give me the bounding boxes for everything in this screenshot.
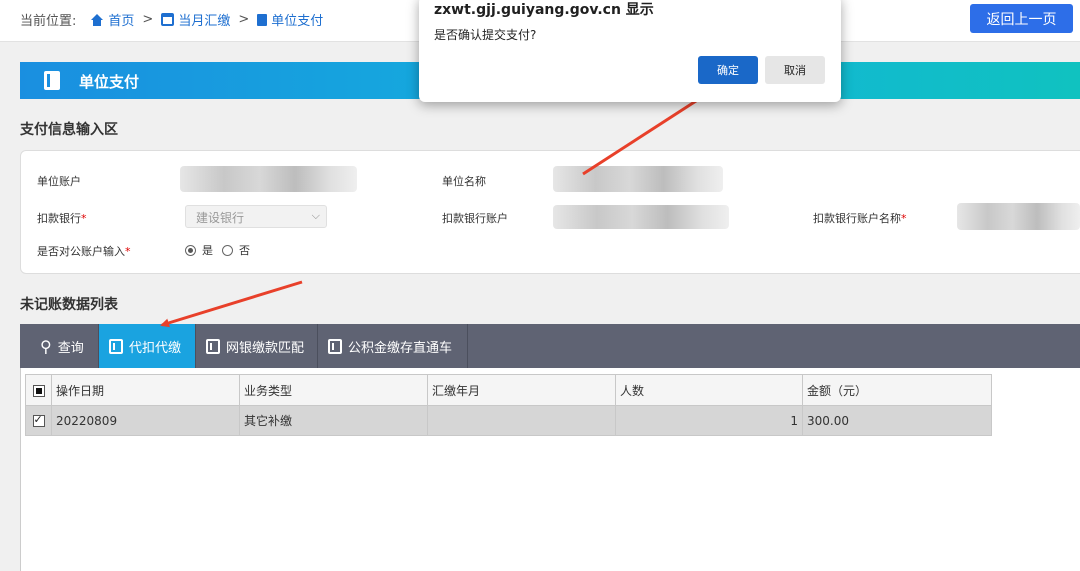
required-mark: * (125, 245, 131, 258)
required-mark: * (81, 212, 87, 225)
home-icon (90, 13, 104, 26)
deduct-account-name-label-text: 扣款银行账户名称 (813, 212, 901, 225)
deduct-account-name-value-redacted (957, 203, 1080, 230)
deduct-account-value-redacted (553, 205, 729, 229)
public-account-label-text: 是否对公账户输入 (37, 245, 125, 258)
unit-account-value-redacted (180, 166, 357, 192)
list-section-title: 未记账数据列表 (20, 297, 118, 313)
confirm-dialog: zxwt.gjj.guiyang.gov.cn 显示 是否确认提交支付? 确定 … (419, 0, 841, 102)
deduct-account-name-label: 扣款银行账户名称* (813, 210, 907, 226)
direct-train-label: 公积金缴存直通车 (348, 340, 453, 356)
row-checkbox-cell[interactable] (25, 405, 52, 436)
confirm-ok-button[interactable]: 确定 (698, 56, 758, 84)
deduct-account-label: 扣款银行账户 (442, 212, 508, 225)
payment-form-panel (20, 150, 1080, 274)
public-account-no-radio[interactable]: 否 (222, 242, 250, 258)
query-button[interactable]: ⚲ 查询 (20, 324, 99, 368)
select-all-checkbox[interactable] (32, 384, 45, 397)
unit-name-value-redacted (553, 166, 723, 192)
deduct-bank-label-text: 扣款银行 (37, 212, 81, 225)
required-mark: * (901, 212, 907, 225)
column-header-amount[interactable]: 金额（元） (802, 374, 992, 406)
public-account-label: 是否对公账户输入* (37, 243, 131, 259)
chevron-down-icon: ⌵ (311, 209, 320, 222)
select-all-checkbox-cell[interactable] (25, 374, 52, 406)
breadcrumb-separator: > (238, 12, 250, 27)
cell-count: 1 (615, 405, 803, 436)
book-icon (328, 338, 342, 354)
radio-unchecked-icon (222, 244, 233, 256)
deduct-bank-label: 扣款银行* (37, 210, 87, 226)
breadcrumb-monthly-label: 当月汇缴 (178, 14, 231, 29)
cell-amount: 300.00 (802, 405, 992, 436)
dialog-message: 是否确认提交支付? (434, 28, 537, 42)
breadcrumb: 当前位置: 首页 > 当月汇缴 > 单位支付 (20, 10, 323, 29)
breadcrumb-monthly-link[interactable]: 当月汇缴 (161, 10, 230, 29)
deduct-bank-select[interactable]: 建设银行 ⌵ (185, 205, 327, 228)
row-checkbox[interactable] (32, 413, 45, 427)
book-icon (44, 71, 60, 90)
book-icon (206, 338, 220, 354)
unit-account-label: 单位账户 (37, 175, 81, 188)
breadcrumb-home-link[interactable]: 首页 (90, 10, 134, 29)
proxy-deduct-button[interactable]: 代扣代缴 (99, 324, 196, 368)
table-header-row: 操作日期 业务类型 汇缴年月 人数 金额（元） (25, 374, 992, 406)
annotation-arrow-to-proxy-deduct (160, 280, 303, 328)
bank-match-button[interactable]: 网银缴款匹配 (196, 324, 318, 368)
confirm-cancel-button[interactable]: 取消 (765, 56, 825, 84)
cell-month (427, 405, 616, 436)
option-yes-label: 是 (202, 244, 213, 257)
breadcrumb-current-label: 单位支付 (271, 14, 324, 29)
column-header-date[interactable]: 操作日期 (51, 374, 240, 406)
unit-name-label: 单位名称 (442, 175, 486, 188)
document-icon (257, 13, 268, 26)
calendar-icon (161, 13, 175, 26)
back-button[interactable]: 返回上一页 (970, 4, 1073, 33)
cell-date: 20220809 (51, 405, 240, 436)
breadcrumb-home-label: 首页 (108, 14, 135, 29)
breadcrumb-current: 单位支付 (257, 10, 323, 29)
query-label: 查询 (57, 340, 84, 356)
unposted-data-table: 操作日期 业务类型 汇缴年月 人数 金额（元） 20220809 其它补缴 1 … (25, 374, 992, 436)
public-account-yes-radio[interactable]: 是 (185, 242, 213, 258)
payment-section-title: 支付信息输入区 (20, 122, 118, 138)
dialog-title: zxwt.gjj.guiyang.gov.cn 显示 (434, 2, 654, 18)
bank-match-label: 网银缴款匹配 (226, 340, 305, 356)
breadcrumb-separator: > (142, 12, 154, 27)
page-title: 单位支付 (79, 73, 140, 91)
direct-train-button[interactable]: 公积金缴存直通车 (318, 324, 468, 368)
column-header-month[interactable]: 汇缴年月 (427, 374, 616, 406)
column-header-type[interactable]: 业务类型 (239, 374, 428, 406)
table-row[interactable]: 20220809 其它补缴 1 300.00 (25, 405, 992, 436)
grid-toolbar: ⚲ 查询 代扣代缴 网银缴款匹配 公积金缴存直通车 (20, 324, 1080, 368)
book-icon (109, 338, 123, 354)
cell-type: 其它补缴 (239, 405, 428, 436)
radio-checked-icon (185, 244, 196, 256)
deduct-bank-value: 建设银行 (196, 211, 245, 225)
search-icon: ⚲ (40, 336, 52, 356)
proxy-deduct-label: 代扣代缴 (129, 340, 182, 356)
breadcrumb-prefix: 当前位置: (20, 14, 77, 29)
option-no-label: 否 (239, 244, 250, 257)
column-header-count[interactable]: 人数 (615, 374, 803, 406)
